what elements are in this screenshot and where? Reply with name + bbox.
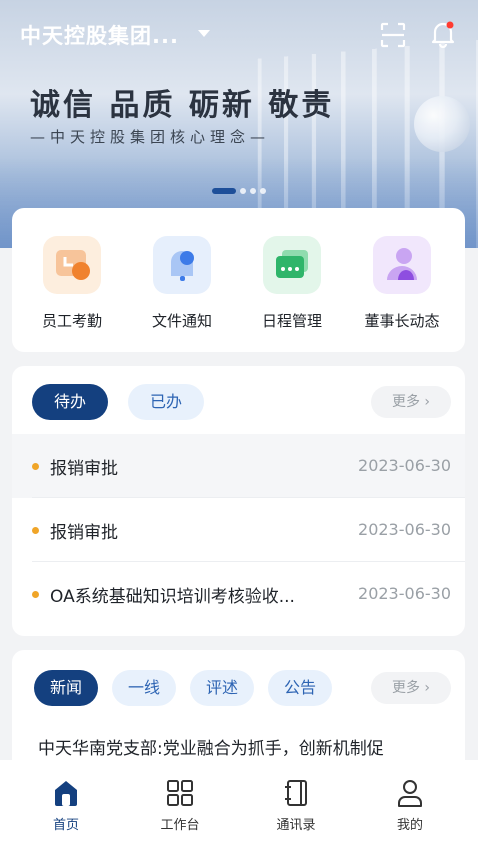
tab-announcement[interactable]: 公告 bbox=[268, 670, 333, 706]
tab-news[interactable]: 新闻 bbox=[34, 670, 99, 706]
calendar-icon bbox=[263, 236, 321, 294]
todo-row[interactable]: OA系统基础知识培训考核验收... 2023-06-30 bbox=[12, 562, 465, 626]
quick-action-label: 文件通知 bbox=[151, 312, 212, 330]
carousel-dot[interactable] bbox=[260, 188, 266, 194]
nav-label: 我的 bbox=[396, 818, 423, 833]
quick-action-calendar[interactable]: 日程管理 bbox=[242, 236, 342, 331]
nav-contacts[interactable]: 通讯录 bbox=[256, 778, 336, 833]
todo-row[interactable]: 报销审批 2023-06-30 bbox=[12, 434, 465, 498]
nav-label: 通讯录 bbox=[276, 818, 316, 833]
carousel-dot[interactable] bbox=[240, 188, 246, 194]
nav-workbench[interactable]: 工作台 bbox=[140, 778, 220, 833]
bullet-dot bbox=[32, 591, 39, 598]
news-more-button[interactable]: 更多 › bbox=[371, 672, 451, 704]
banner-sphere bbox=[414, 96, 470, 152]
slogan-title: 诚信 品质 砺新 敬责 bbox=[30, 88, 335, 123]
carousel-dot[interactable] bbox=[250, 188, 256, 194]
slogan-subtitle: —中天控股集团核心理念— bbox=[30, 128, 271, 146]
tab-frontline[interactable]: 一线 bbox=[112, 670, 177, 706]
todo-title: 报销审批 bbox=[50, 459, 118, 479]
todo-date: 2023-06-30 bbox=[358, 584, 451, 603]
bottom-tab-bar: 首页 工作台 通讯录 我的 bbox=[0, 760, 478, 850]
profile-icon bbox=[398, 780, 422, 807]
attendance-icon bbox=[43, 236, 101, 294]
bullet-dot bbox=[32, 527, 39, 534]
todo-tabs: 待办 已办 bbox=[32, 384, 205, 420]
nav-label: 首页 bbox=[52, 818, 79, 833]
nav-home[interactable]: 首页 bbox=[26, 778, 106, 833]
quick-action-label: 董事长动态 bbox=[364, 312, 440, 330]
quick-action-chairman[interactable]: 董事长动态 bbox=[352, 236, 452, 331]
notice-icon bbox=[153, 236, 211, 294]
scan-icon[interactable] bbox=[380, 22, 406, 48]
tab-done[interactable]: 已办 bbox=[128, 384, 205, 420]
todo-more-button[interactable]: 更多 › bbox=[371, 386, 451, 418]
news-headline[interactable]: 中天华南党支部:党业融合为抓手，创新机制促 bbox=[38, 734, 384, 759]
todo-title: OA系统基础知识培训考核验收... bbox=[50, 587, 295, 607]
quick-action-label: 员工考勤 bbox=[41, 312, 102, 330]
todo-date: 2023-06-30 bbox=[358, 456, 451, 475]
quick-action-attendance[interactable]: 员工考勤 bbox=[22, 236, 122, 331]
todo-title: 报销审批 bbox=[50, 523, 118, 543]
bullet-dot bbox=[32, 463, 39, 470]
news-tabs: 新闻 一线 评述 公告 bbox=[34, 670, 333, 706]
bell-icon[interactable] bbox=[430, 20, 456, 48]
grid-icon bbox=[167, 780, 193, 806]
quick-actions-card: 员工考勤 文件通知 日程管理 董事长动态 bbox=[12, 208, 465, 352]
top-bar: 中天控股集团... bbox=[0, 14, 478, 54]
todo-date: 2023-06-30 bbox=[358, 520, 451, 539]
home-icon bbox=[55, 781, 77, 806]
chevron-down-icon[interactable] bbox=[198, 30, 210, 37]
nav-label: 工作台 bbox=[160, 818, 200, 833]
tab-commentary[interactable]: 评述 bbox=[190, 670, 255, 706]
todo-card: 待办 已办 更多 › 报销审批 2023-06-30 报销审批 2023-06-… bbox=[12, 366, 465, 636]
company-selector-label[interactable]: 中天控股集团... bbox=[20, 20, 179, 50]
todo-row[interactable]: 报销审批 2023-06-30 bbox=[12, 498, 465, 562]
carousel-dot[interactable] bbox=[212, 188, 236, 194]
tab-todo[interactable]: 待办 bbox=[32, 384, 109, 420]
quick-action-label: 日程管理 bbox=[261, 312, 322, 330]
chairman-icon bbox=[373, 236, 431, 294]
contacts-icon bbox=[285, 780, 307, 806]
quick-action-notice[interactable]: 文件通知 bbox=[132, 236, 232, 331]
carousel-indicator bbox=[212, 188, 266, 194]
nav-profile[interactable]: 我的 bbox=[370, 778, 450, 833]
